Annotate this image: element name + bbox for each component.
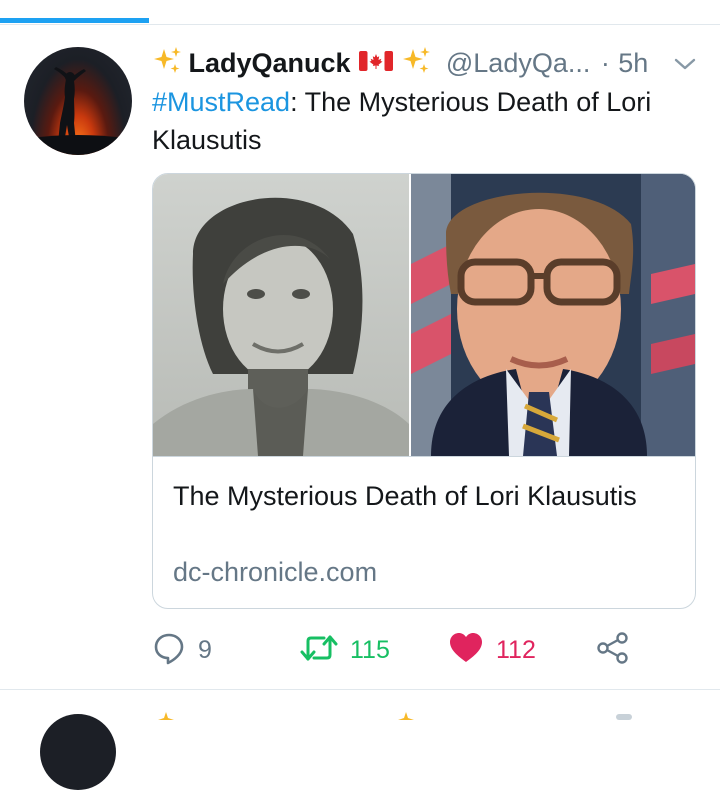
share-icon <box>596 631 630 670</box>
active-tab-indicator <box>0 18 149 23</box>
retweet-icon <box>300 631 338 670</box>
card-image-left <box>153 174 409 456</box>
sparkles-icon-next-2 <box>398 712 414 720</box>
avatar-silhouette <box>24 67 132 155</box>
reply-button[interactable]: 9 <box>152 625 212 675</box>
avatar[interactable] <box>24 47 132 155</box>
tweet-divider <box>0 689 720 690</box>
tweet-text: #MustRead: The Mysterious Death of Lori … <box>152 83 672 159</box>
retweet-count: 115 <box>350 635 390 664</box>
canada-flag-icon <box>358 49 393 78</box>
chevron-down-icon[interactable] <box>672 55 698 78</box>
time-separator: · <box>600 48 610 78</box>
tweet-actions: 9 115 112 <box>152 625 672 675</box>
reply-icon <box>152 631 186 670</box>
sparkles-icon-next <box>158 712 174 720</box>
next-tweet-avatar[interactable] <box>40 714 116 790</box>
card-body: The Mysterious Death of Lori Klausutis d… <box>153 456 695 608</box>
tweet[interactable]: LadyQanuck @LadyQa... · 5h #MustRead: Th… <box>0 25 720 690</box>
next-tweet-peek <box>616 714 632 720</box>
like-count: 112 <box>496 635 536 664</box>
link-card[interactable]: The Mysterious Death of Lori Klausutis d… <box>152 173 696 609</box>
display-name[interactable]: LadyQanuck <box>188 48 350 78</box>
card-image-right <box>411 174 695 456</box>
handle[interactable]: @LadyQa... <box>446 48 590 78</box>
sparkles-icon <box>152 45 184 82</box>
tweet-header: LadyQanuck @LadyQa... · 5h <box>152 45 700 85</box>
sparkles-icon-2 <box>401 45 433 82</box>
reply-count: 9 <box>198 635 212 664</box>
top-bar <box>0 0 720 25</box>
card-domain[interactable]: dc-chronicle.com <box>173 557 377 588</box>
timestamp[interactable]: 5h <box>618 48 648 78</box>
retweet-button[interactable]: 115 <box>300 625 390 675</box>
card-title[interactable]: The Mysterious Death of Lori Klausutis <box>173 477 673 515</box>
heart-icon <box>448 631 484 670</box>
hashtag-link[interactable]: #MustRead <box>152 87 290 117</box>
share-button[interactable] <box>596 625 630 675</box>
card-image <box>153 174 695 456</box>
like-button[interactable]: 112 <box>448 625 536 675</box>
